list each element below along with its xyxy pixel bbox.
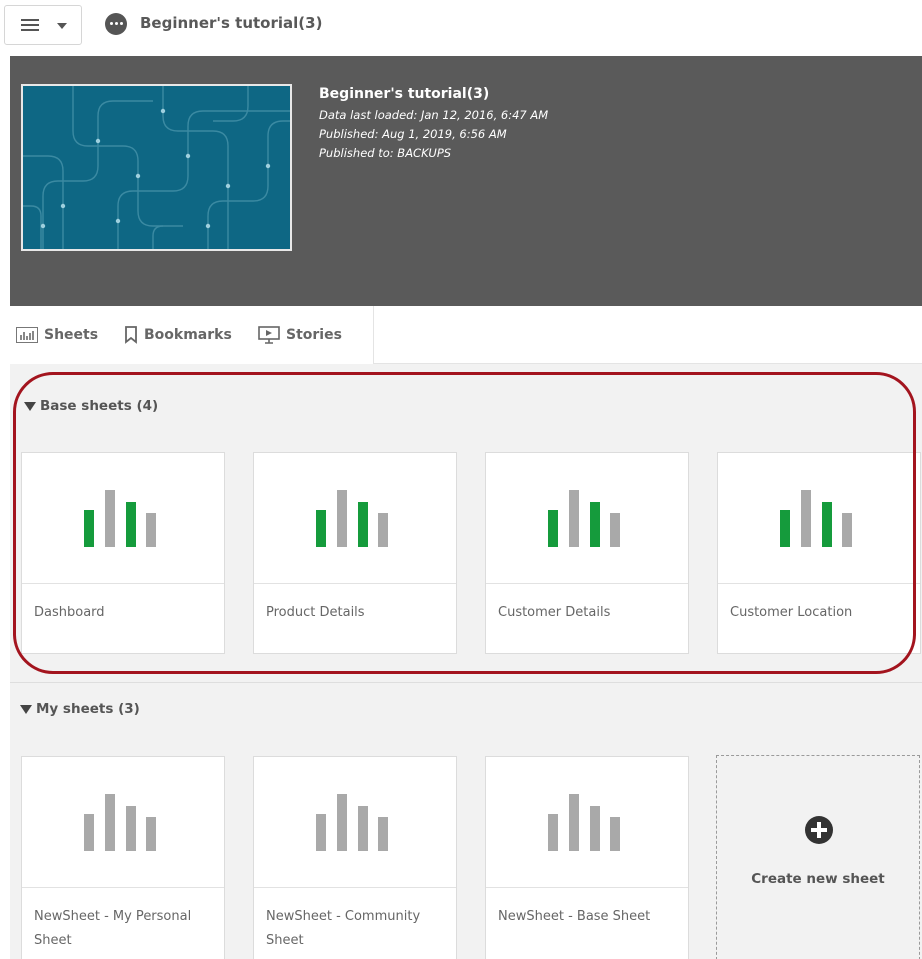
sheet-thumbnail <box>22 757 224 888</box>
hamburger-icon <box>21 19 39 32</box>
my-sheets-heading: My sheets (3) <box>36 701 140 717</box>
tab-sheets[interactable]: Sheets <box>16 324 98 346</box>
sheet-thumbnail <box>486 453 688 584</box>
app-title: Beginner's tutorial(3) <box>140 14 323 32</box>
sheet-thumbnail <box>486 757 688 888</box>
stories-icon <box>258 326 280 344</box>
tab-bookmarks-label: Bookmarks <box>144 327 232 343</box>
sheet-card-customer-location[interactable]: Customer Location <box>717 452 921 654</box>
create-new-sheet-label: Create new sheet <box>751 871 885 887</box>
sheet-title: Customer Location <box>730 605 853 620</box>
bar-chart-icon <box>548 794 620 851</box>
bar-chart-icon <box>316 490 388 547</box>
sheet-card-base-sheet[interactable]: NewSheet - Base Sheet <box>485 756 689 959</box>
sheet-thumbnail <box>254 453 456 584</box>
published-date: Published: Aug 1, 2019, 6:56 AM <box>319 127 507 141</box>
collapse-triangle-icon <box>24 401 36 411</box>
sheet-title: Customer Details <box>498 605 611 620</box>
bar-chart-icon <box>84 490 156 547</box>
sheet-card-dashboard[interactable]: Dashboard <box>21 452 225 654</box>
tab-stories-label: Stories <box>286 327 342 343</box>
section-divider <box>10 682 922 683</box>
published-to: Published to: BACKUPS <box>319 146 452 160</box>
bar-chart-icon <box>548 490 620 547</box>
chevron-down-icon <box>57 23 67 29</box>
sheet-card-my-personal-sheet[interactable]: NewSheet - My Personal Sheet <box>21 756 225 959</box>
app-details: Beginner's tutorial(3) Data last loaded:… <box>319 86 548 163</box>
collapse-triangle-icon <box>20 704 32 714</box>
bar-chart-icon <box>780 490 852 547</box>
sheet-title: NewSheet - Community Sheet <box>266 909 421 948</box>
sheet-card-product-details[interactable]: Product Details <box>253 452 457 654</box>
sheet-card-customer-details[interactable]: Customer Details <box>485 452 689 654</box>
data-last-loaded: Data last loaded: Jan 12, 2016, 6:47 AM <box>319 108 549 122</box>
sheet-card-community-sheet[interactable]: NewSheet - Community Sheet <box>253 756 457 959</box>
navigation-menu-button[interactable] <box>4 5 82 45</box>
sheet-title: NewSheet - Base Sheet <box>498 909 651 924</box>
tab-stories[interactable]: Stories <box>258 324 342 346</box>
asset-tabs-bar: Sheets Bookmarks Stories <box>10 306 922 364</box>
tab-bookmarks[interactable]: Bookmarks <box>124 324 232 346</box>
base-sheets-header[interactable]: Base sheets (4) <box>24 398 158 414</box>
bookmark-icon <box>125 326 137 344</box>
app-overview-header: Beginner's tutorial(3) Data last loaded:… <box>10 56 922 306</box>
sheet-thumbnail <box>718 453 920 584</box>
asset-tabs: Sheets Bookmarks Stories <box>10 306 374 364</box>
plus-circle-icon <box>805 816 833 844</box>
sheet-title: NewSheet - My Personal Sheet <box>34 909 192 948</box>
bar-chart-icon <box>84 794 156 851</box>
sheet-thumbnail <box>22 453 224 584</box>
base-sheets-heading: Base sheets (4) <box>40 398 159 414</box>
sheets-icon <box>16 327 38 343</box>
bar-chart-icon <box>316 794 388 851</box>
sheets-content: Base sheets (4) Dashboard Product Detail… <box>10 364 922 959</box>
tab-sheets-label: Sheets <box>44 327 99 343</box>
app-header-title: Beginner's tutorial(3) <box>319 86 490 102</box>
sheet-thumbnail <box>254 757 456 888</box>
my-sheets-header[interactable]: My sheets (3) <box>20 701 140 717</box>
create-new-sheet-button[interactable]: Create new sheet <box>716 755 920 959</box>
sheet-title: Product Details <box>266 605 365 620</box>
more-circle-icon[interactable] <box>105 13 127 35</box>
app-thumbnail <box>21 84 292 251</box>
sheet-title: Dashboard <box>34 605 105 620</box>
top-toolbar: Beginner's tutorial(3) <box>0 0 922 56</box>
